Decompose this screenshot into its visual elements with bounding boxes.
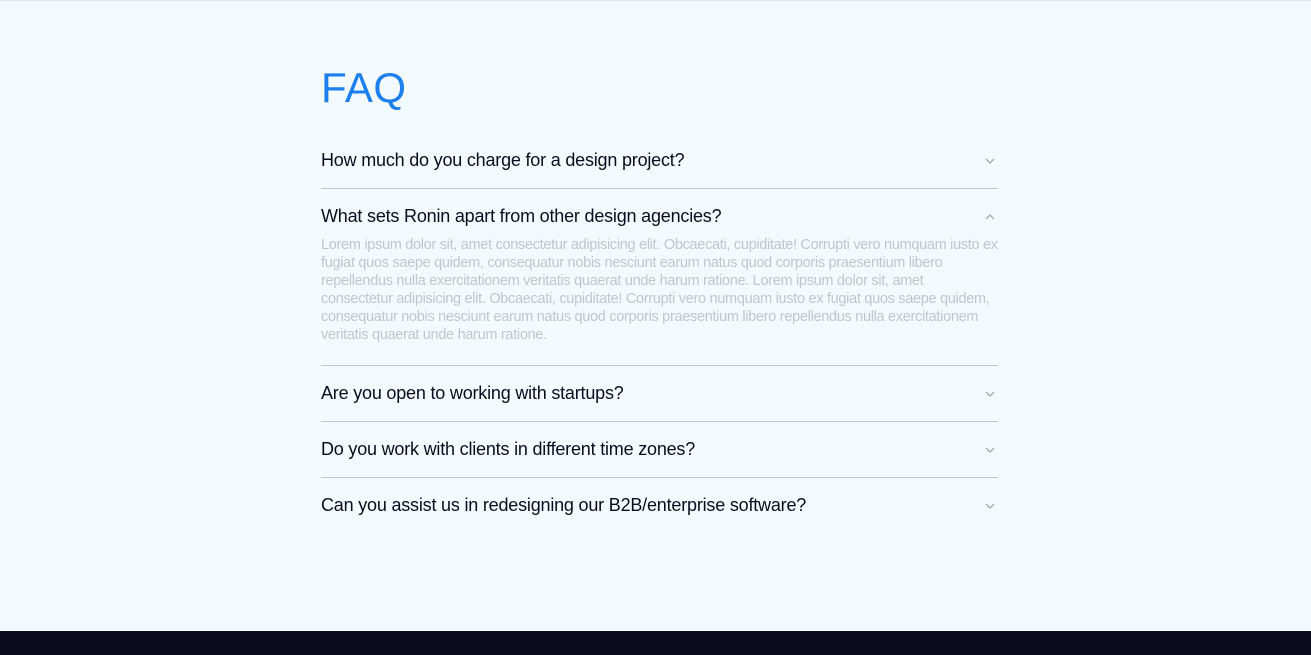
faq-section: FAQ How much do you charge for a design …	[321, 64, 998, 533]
faq-title: FAQ	[321, 64, 407, 111]
faq-list: How much do you charge for a design proj…	[321, 133, 998, 533]
faq-question: How much do you charge for a design proj…	[321, 150, 685, 170]
chevron-down-icon[interactable]	[983, 443, 997, 457]
footer-bar	[0, 631, 1311, 655]
chevron-up-icon[interactable]	[983, 210, 997, 224]
top-divider	[0, 0, 1311, 1]
faq-answer: Lorem ipsum dolor sit, amet consectetur …	[321, 237, 998, 343]
faq-question: Can you assist us in redesigning our B2B…	[321, 495, 807, 515]
faq-item-header[interactable]: Are you open to working with startups?	[321, 366, 998, 421]
faq-question: Do you work with clients in different ti…	[321, 439, 696, 459]
faq-question: Are you open to working with startups?	[321, 383, 624, 403]
faq-item: What sets Ronin apart from other design …	[321, 189, 998, 366]
faq-item: Do you work with clients in different ti…	[321, 422, 998, 478]
chevron-down-icon[interactable]	[983, 387, 997, 401]
faq-item: How much do you charge for a design proj…	[321, 133, 998, 189]
faq-item: Can you assist us in redesigning our B2B…	[321, 478, 998, 533]
faq-item: Are you open to working with startups?	[321, 366, 998, 422]
faq-item-header[interactable]: How much do you charge for a design proj…	[321, 133, 998, 188]
faq-item-header[interactable]: Do you work with clients in different ti…	[321, 422, 998, 477]
faq-item-header[interactable]: Can you assist us in redesigning our B2B…	[321, 478, 998, 533]
faq-question: What sets Ronin apart from other design …	[321, 206, 722, 226]
chevron-down-icon[interactable]	[983, 499, 997, 513]
chevron-down-icon[interactable]	[983, 154, 997, 168]
